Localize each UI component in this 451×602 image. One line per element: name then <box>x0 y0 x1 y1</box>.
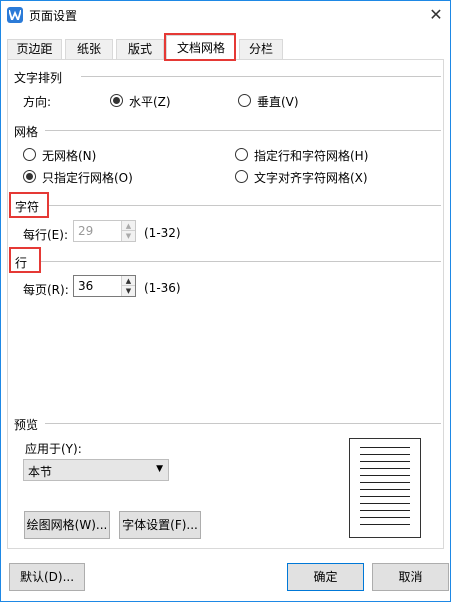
preview-line <box>360 510 410 511</box>
snap-to-char-grid-label[interactable]: 文字对齐字符网格(X) <box>254 169 368 186</box>
preview-line <box>360 517 410 518</box>
divider <box>41 261 441 262</box>
tab-margins[interactable]: 页边距 <box>7 39 62 60</box>
tab-columns[interactable]: 分栏 <box>239 39 283 60</box>
preview-title: 预览 <box>14 416 39 433</box>
preview-line <box>360 454 410 455</box>
apply-to-select[interactable]: 本节 ▼ <box>23 459 169 481</box>
page-setup-dialog: 页面设置 ✕ 页边距 纸张 版式 文档网格 分栏 文字排列 方向: 水平(Z) … <box>0 0 451 602</box>
chars-per-line-spinner: 29 ▲ ▼ <box>73 220 136 242</box>
spin-up-icon: ▲ <box>122 221 135 231</box>
chars-per-line-label: 每行(E): <box>23 228 68 242</box>
lines-title: 行 <box>15 254 28 271</box>
default-button[interactable]: 默认(D)... <box>9 563 85 591</box>
apply-to-label: 应用于(Y): <box>25 442 82 456</box>
tab-layout[interactable]: 版式 <box>116 39 164 60</box>
spinner-buttons: ▲ ▼ <box>121 221 135 241</box>
preview-line <box>360 461 410 462</box>
tab-document-grid[interactable]: 文档网格 <box>166 35 236 61</box>
spin-down-icon: ▼ <box>122 231 135 241</box>
chars-per-line-value: 29 <box>78 224 94 238</box>
tab-paper[interactable]: 纸张 <box>65 39 113 60</box>
ok-button[interactable]: 确定 <box>287 563 364 591</box>
no-grid-radio[interactable] <box>23 148 36 161</box>
preview-line <box>360 524 410 525</box>
grid-title: 网格 <box>14 123 39 140</box>
font-settings-button[interactable]: 字体设置(F)... <box>119 511 201 539</box>
preview-line <box>360 482 410 483</box>
preview-line <box>360 503 410 504</box>
line-and-char-grid-radio[interactable] <box>235 148 248 161</box>
lines-only-grid-label[interactable]: 只指定行网格(O) <box>42 169 133 186</box>
preview-line <box>360 475 410 476</box>
close-icon[interactable]: ✕ <box>426 5 446 25</box>
apply-to-value: 本节 <box>28 465 53 479</box>
preview-line <box>360 468 410 469</box>
text-direction-title: 文字排列 <box>14 69 63 86</box>
lines-per-page-value[interactable]: 36 <box>78 279 93 293</box>
horizontal-label[interactable]: 水平(Z) <box>129 93 171 110</box>
cancel-button[interactable]: 取消 <box>372 563 449 591</box>
chars-range-label: (1-32) <box>144 226 181 240</box>
snap-to-char-grid-radio[interactable] <box>235 170 248 183</box>
divider <box>49 205 441 206</box>
spin-up-icon[interactable]: ▲ <box>122 276 135 286</box>
dropdown-arrow-icon: ▼ <box>156 464 163 474</box>
spinner-buttons: ▲ ▼ <box>121 276 135 296</box>
divider <box>45 130 441 131</box>
preview-line <box>360 496 410 497</box>
page-preview <box>349 438 421 538</box>
preview-line <box>360 447 410 448</box>
divider <box>81 76 441 77</box>
lines-range-label: (1-36) <box>144 281 181 295</box>
no-grid-label[interactable]: 无网格(N) <box>42 147 96 164</box>
window-title: 页面设置 <box>29 9 78 23</box>
line-and-char-grid-label[interactable]: 指定行和字符网格(H) <box>254 147 368 164</box>
draw-grid-button[interactable]: 绘图网格(W)... <box>24 511 110 539</box>
preview-line <box>360 489 410 490</box>
wps-writer-icon <box>7 7 23 23</box>
title-bar: 页面设置 ✕ <box>1 1 450 31</box>
characters-title: 字符 <box>15 198 40 215</box>
vertical-label[interactable]: 垂直(V) <box>257 93 299 110</box>
lines-per-page-spinner[interactable]: 36 ▲ ▼ <box>73 275 136 297</box>
lines-per-page-label: 每页(R): <box>23 283 69 297</box>
direction-label: 方向: <box>23 95 52 109</box>
horizontal-radio[interactable] <box>110 94 123 107</box>
lines-only-grid-radio[interactable] <box>23 170 36 183</box>
spin-down-icon[interactable]: ▼ <box>122 286 135 296</box>
vertical-radio[interactable] <box>238 94 251 107</box>
divider <box>45 423 441 424</box>
